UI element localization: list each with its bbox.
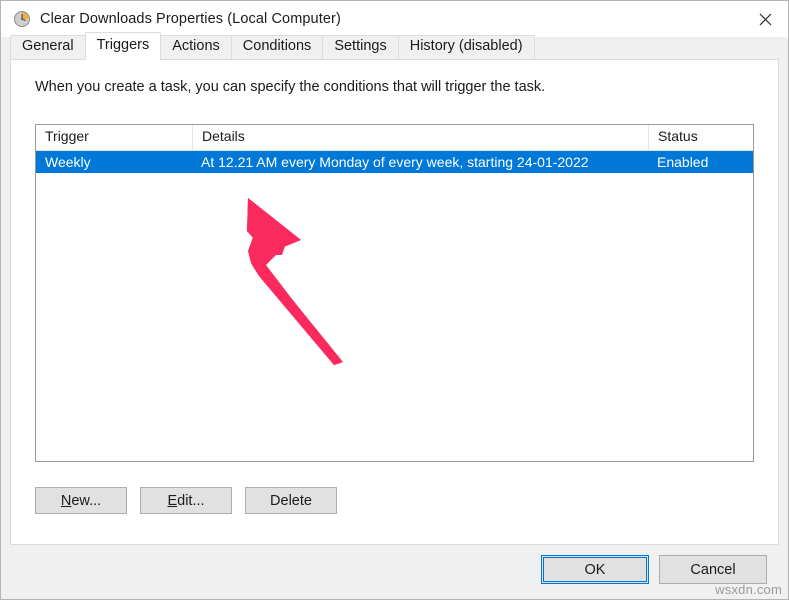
trigger-action-buttons: New... Edit... Delete [35,487,337,514]
delete-button-label: Delete [270,492,312,509]
cancel-button-label: Cancel [690,561,736,578]
table-row[interactable]: Weekly At 12.21 AM every Monday of every… [36,151,753,173]
tab-actions[interactable]: Actions [160,35,232,59]
new-button[interactable]: New... [35,487,127,514]
new-button-accelerator: N [60,492,72,509]
edit-button[interactable]: Edit... [140,487,232,514]
triggers-list[interactable]: Trigger Details Status Weekly At 12.21 A… [35,124,754,462]
list-header-row: Trigger Details Status [36,125,753,151]
tab-triggers[interactable]: Triggers [84,32,162,60]
cancel-button[interactable]: Cancel [659,555,767,584]
tab-history[interactable]: History (disabled) [397,35,535,59]
ok-button-label: OK [584,561,606,578]
column-header-details[interactable]: Details [192,125,648,150]
close-button[interactable] [742,1,788,37]
window-title: Clear Downloads Properties (Local Comput… [40,11,341,27]
tab-settings[interactable]: Settings [322,35,399,59]
column-header-status[interactable]: Status [648,125,753,150]
cell-status: Enabled [657,154,709,170]
properties-dialog: Clear Downloads Properties (Local Comput… [0,0,789,600]
dialog-footer: OK Cancel wsxdn.com [1,545,788,599]
tab-strip: General Triggers Actions Conditions Sett… [1,32,788,60]
close-icon [759,13,771,25]
clock-icon [14,11,30,27]
tab-list: General Triggers Actions Conditions Sett… [10,32,535,60]
ok-button[interactable]: OK [541,555,649,584]
edit-button-label: dit... [177,492,205,509]
delete-button[interactable]: Delete [245,487,337,514]
new-button-label: ew... [71,492,102,509]
footer-buttons: OK Cancel [541,555,767,584]
cell-details: At 12.21 AM every Monday of every week, … [201,154,589,170]
cell-trigger: Weekly [45,154,91,170]
triggers-panel: When you create a task, you can specify … [10,59,779,545]
column-header-trigger[interactable]: Trigger [36,125,192,150]
watermark: wsxdn.com [715,582,782,597]
tab-conditions[interactable]: Conditions [230,35,324,59]
edit-button-accelerator: E [167,492,178,509]
panel-description: When you create a task, you can specify … [35,79,546,95]
tab-general[interactable]: General [10,35,86,59]
